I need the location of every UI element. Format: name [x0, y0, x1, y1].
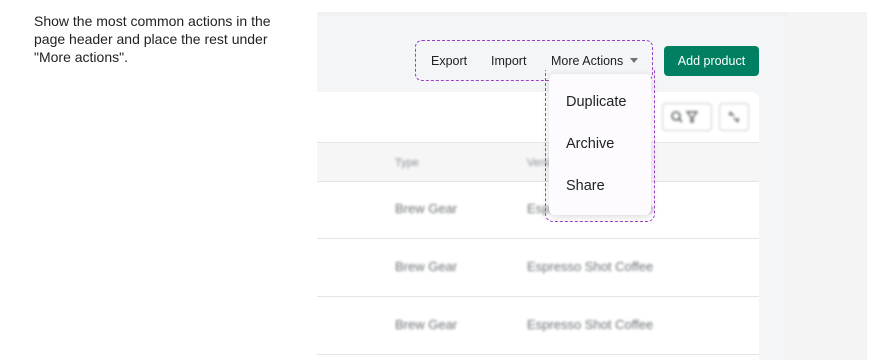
sort-button[interactable] — [719, 103, 749, 131]
column-header-type: Type — [395, 157, 419, 169]
type-cell: Brew Gear — [395, 201, 458, 216]
add-product-button[interactable]: Add product — [664, 46, 759, 76]
type-cell: Brew Gear — [395, 259, 458, 274]
import-button[interactable]: Import — [491, 54, 526, 68]
search-filter-button[interactable] — [662, 103, 712, 131]
vendor-cell: Espresso Shot Coffee — [527, 317, 654, 332]
admin-page-mockup: Export Import More Actions Add product T… — [317, 12, 787, 360]
menu-item-share[interactable]: Share — [566, 178, 605, 194]
card-toolbar — [317, 92, 759, 142]
products-card: Type Vendor Brew Gear Espresso Shot Coff… — [317, 92, 759, 360]
type-cell: Brew Gear — [395, 317, 458, 332]
more-actions-label: More Actions — [551, 54, 624, 68]
vendor-cell: Espresso Shot Coffee — [527, 259, 654, 274]
right-gutter — [787, 12, 867, 360]
sort-icon — [729, 111, 739, 123]
table-row[interactable]: Brew Gear Espresso Shot Coffee — [317, 181, 759, 239]
caret-down-icon — [630, 58, 639, 63]
top-strip — [317, 12, 787, 16]
more-actions-menu: Duplicate Archive Share — [549, 74, 651, 215]
menu-item-duplicate[interactable]: Duplicate — [566, 94, 626, 110]
table-row[interactable]: Brew Gear Espresso Shot Coffee — [317, 297, 759, 355]
export-button[interactable]: Export — [431, 54, 467, 68]
menu-item-archive[interactable]: Archive — [566, 136, 614, 152]
guideline-caption: Show the most common actions in the page… — [34, 13, 271, 65]
table-row[interactable]: Brew Gear Espresso Shot Coffee — [317, 239, 759, 297]
table-header-row: Type Vendor — [317, 142, 759, 182]
search-filter-icon — [671, 111, 699, 123]
more-actions-button[interactable]: More Actions — [551, 54, 639, 68]
